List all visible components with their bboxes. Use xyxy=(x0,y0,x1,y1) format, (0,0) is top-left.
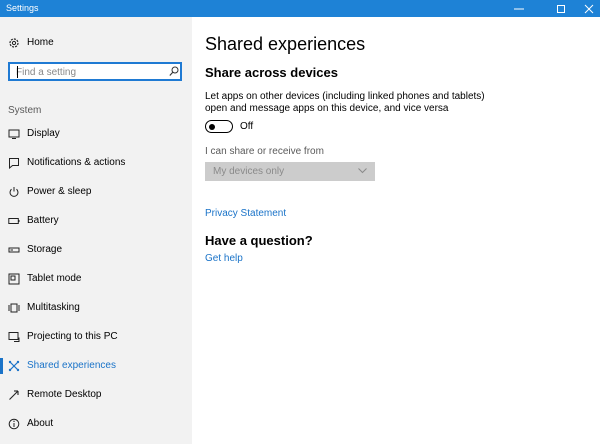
window-title: Settings xyxy=(6,3,39,13)
sidebar-item-label: Display xyxy=(27,128,60,139)
sidebar-item-shared-experiences[interactable]: Shared experiences xyxy=(0,355,192,377)
share-toggle[interactable] xyxy=(205,120,233,133)
sidebar-item-label: About xyxy=(27,418,54,429)
power-icon xyxy=(8,186,20,198)
page-title: Shared experiences xyxy=(205,34,366,54)
battery-icon xyxy=(8,215,20,227)
minimize-button[interactable] xyxy=(503,0,535,17)
sidebar-item-label: Tablet mode xyxy=(27,273,82,284)
sidebar-item-power-sleep[interactable]: Power & sleep xyxy=(0,181,192,203)
monitor-icon xyxy=(8,128,20,140)
shared-experiences-icon xyxy=(8,360,20,372)
sidebar-item-label: Remote Desktop xyxy=(27,389,102,400)
text-cursor xyxy=(17,66,18,78)
sidebar-item-label: Home xyxy=(27,37,54,48)
sidebar: Home System Display Notifications & acti… xyxy=(0,17,192,444)
sidebar-item-notifications[interactable]: Notifications & actions xyxy=(0,152,192,174)
sidebar-item-remote-desktop[interactable]: Remote Desktop xyxy=(0,384,192,406)
sidebar-item-label: Projecting to this PC xyxy=(27,331,118,342)
storage-icon xyxy=(8,244,20,256)
sidebar-item-tablet-mode[interactable]: Tablet mode xyxy=(0,268,192,290)
get-help-link[interactable]: Get help xyxy=(205,253,243,265)
section-heading: Share across devices xyxy=(205,65,338,80)
info-icon xyxy=(8,418,20,430)
maximize-icon xyxy=(557,4,565,13)
sidebar-item-projecting[interactable]: Projecting to this PC xyxy=(0,326,192,348)
search-icon[interactable] xyxy=(169,66,179,77)
dropdown-selected-value: My devices only xyxy=(213,166,285,177)
sidebar-item-storage[interactable]: Storage xyxy=(0,239,192,261)
sidebar-item-label: Power & sleep xyxy=(27,186,92,197)
projecting-icon xyxy=(8,331,20,343)
question-heading: Have a question? xyxy=(205,233,313,248)
tablet-mode-icon xyxy=(8,273,20,285)
chevron-down-icon xyxy=(358,168,367,174)
sidebar-item-label: Battery xyxy=(27,215,59,226)
sidebar-item-home[interactable]: Home xyxy=(0,33,192,53)
sidebar-item-label: Storage xyxy=(27,244,63,255)
sidebar-item-multitasking[interactable]: Multitasking xyxy=(0,297,192,319)
search-input[interactable] xyxy=(16,66,166,78)
share-from-dropdown[interactable]: My devices only xyxy=(205,162,375,181)
sidebar-item-label: Multitasking xyxy=(27,302,80,313)
sidebar-item-about[interactable]: About xyxy=(0,413,192,435)
title-bar: Settings xyxy=(0,0,600,17)
sidebar-item-display[interactable]: Display xyxy=(0,123,192,145)
close-button[interactable] xyxy=(573,0,600,17)
privacy-statement-link[interactable]: Privacy Statement xyxy=(205,208,286,220)
multitasking-icon xyxy=(8,302,20,314)
sidebar-item-battery[interactable]: Battery xyxy=(0,210,192,232)
share-description: Let apps on other devices (including lin… xyxy=(205,91,485,114)
sidebar-item-label: Notifications & actions xyxy=(27,157,126,168)
gear-icon xyxy=(8,37,20,49)
close-icon xyxy=(584,4,594,13)
main-content: Shared experiences Share across devices … xyxy=(192,17,600,444)
remote-desktop-icon xyxy=(8,389,20,401)
notification-icon xyxy=(8,157,20,169)
section-label-system: System xyxy=(8,105,42,116)
toggle-knob xyxy=(209,123,215,130)
selection-indicator xyxy=(0,358,3,374)
share-from-label: I can share or receive from xyxy=(205,146,324,157)
search-box[interactable] xyxy=(8,62,182,81)
toggle-state-label: Off xyxy=(240,121,254,132)
minimize-icon xyxy=(514,8,524,9)
sidebar-item-label: Shared experiences xyxy=(27,360,116,371)
